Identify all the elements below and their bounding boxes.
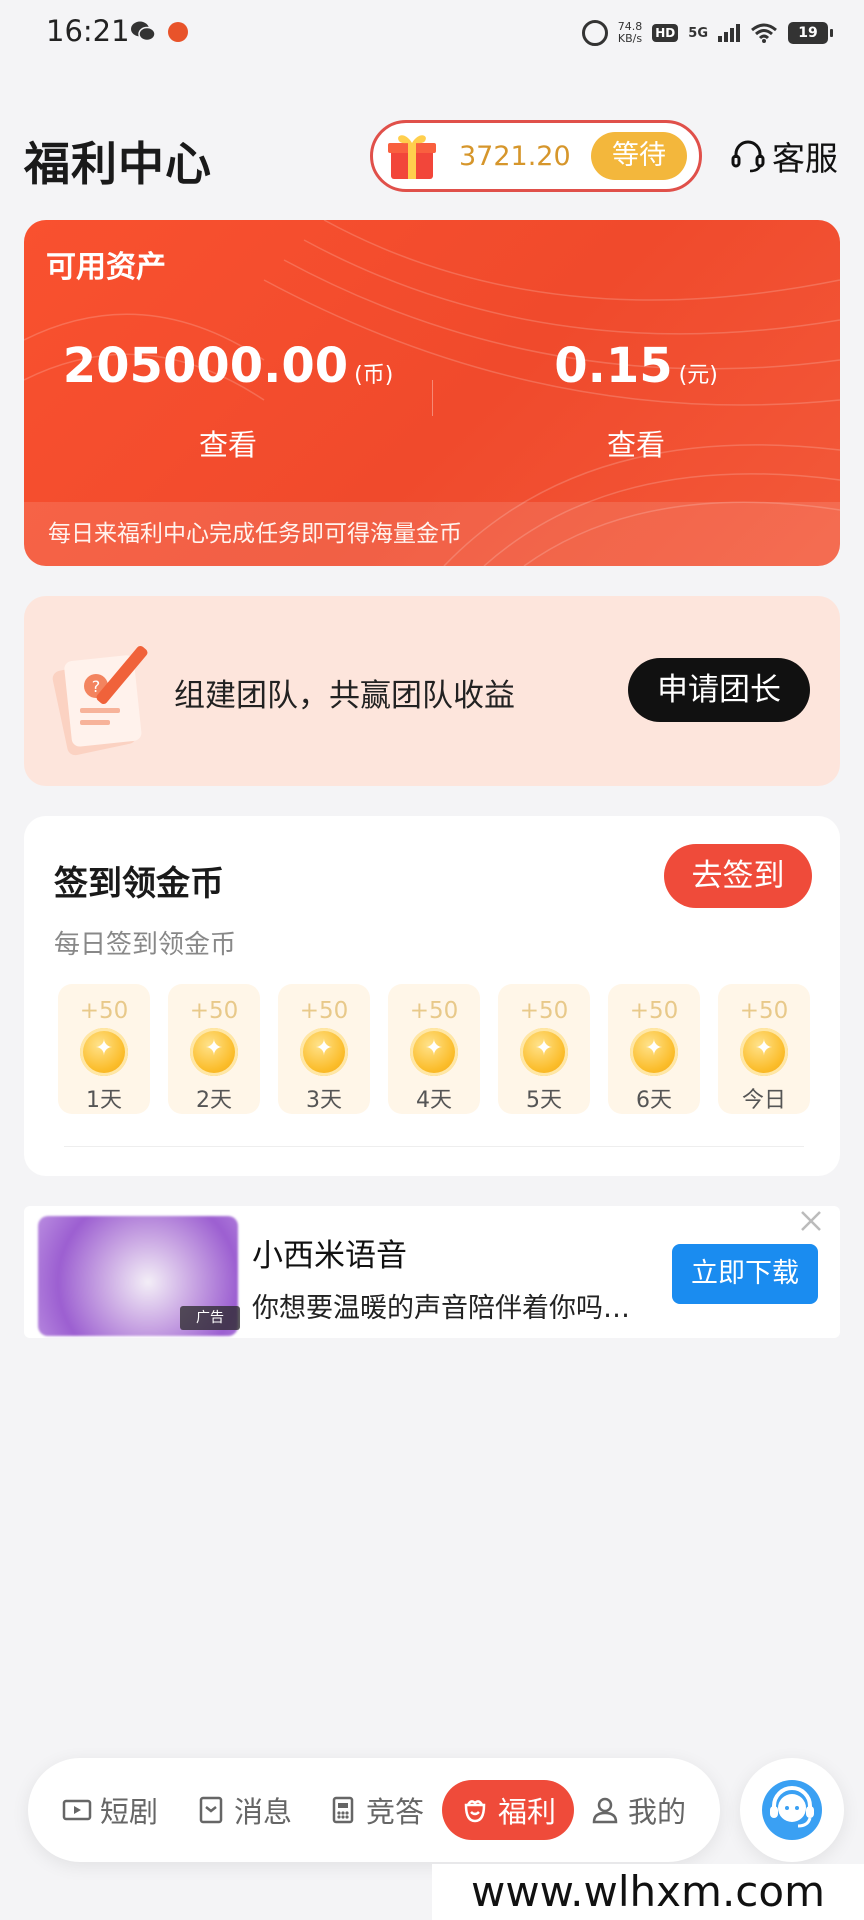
bottom-nav: 短剧 消息 竞答 福利 我的 — [28, 1758, 720, 1862]
nav-item-short-drama[interactable]: 短剧 — [62, 1788, 158, 1832]
checkin-subtitle: 每日签到领金币 — [54, 930, 237, 960]
nav-label: 短剧 — [100, 1795, 159, 1829]
wait-button[interactable]: 等待 — [591, 132, 687, 180]
coin-icon — [630, 1028, 678, 1076]
document-pen-icon: ? — [52, 645, 148, 756]
coin-icon — [80, 1028, 128, 1076]
view-coins-link[interactable]: 查看 — [24, 422, 432, 464]
wifi-icon — [751, 23, 777, 43]
day-label: 5天 — [526, 1088, 562, 1113]
day-label: 6天 — [636, 1088, 672, 1113]
checkin-day-4: +50 4天 — [388, 984, 480, 1114]
alarm-icon — [581, 20, 608, 46]
coin-icon — [300, 1028, 348, 1076]
net-speed: 74.8 KB/s — [618, 21, 643, 45]
nav-label: 竞答 — [366, 1795, 425, 1829]
ad-banner[interactable]: 广告 小西米语音 你想要温暖的声音陪伴着你吗… 立即下载 — [24, 1206, 840, 1338]
support-agent-button[interactable] — [740, 1758, 844, 1862]
checkin-day-today: +50 今日 — [718, 984, 810, 1114]
view-cash-link[interactable]: 查看 — [432, 422, 840, 464]
coin-icon — [190, 1028, 238, 1076]
app-notification-icon — [168, 22, 188, 42]
message-icon — [199, 1796, 223, 1824]
quiz-icon — [332, 1796, 354, 1824]
day-reward: +50 — [299, 998, 349, 1024]
nav-label: 福利 — [498, 1795, 557, 1829]
day-reward: +50 — [629, 998, 679, 1024]
nav-item-messages[interactable]: 消息 — [196, 1788, 292, 1832]
coin-pill-value: 3721.20 — [459, 141, 571, 172]
gift-bag-icon — [464, 1800, 486, 1823]
day-label: 4天 — [416, 1088, 452, 1113]
checkin-day-5: +50 5天 — [498, 984, 590, 1114]
wechat-icon — [131, 21, 156, 42]
nav-label: 我的 — [628, 1795, 687, 1829]
cash-unit: (元) — [678, 363, 718, 388]
assets-card: 可用资产 205000.00 (币) 查看 0.15 (元) 查看 每日来福利中心完… — [24, 220, 840, 566]
checkin-days: +50 1天 +50 2天 +50 3天 +50 4天 +50 5天 +50 6… — [58, 984, 810, 1114]
coin-amount: 205000.00 — [62, 338, 349, 394]
coin-icon — [740, 1028, 788, 1076]
ad-title[interactable]: 小西米语音 — [252, 1230, 407, 1275]
assets-title: 可用资产 — [46, 250, 166, 285]
assets-footer-note: 每日来福利中心完成任务即可得海量金币 — [24, 502, 840, 566]
coin-icon — [520, 1028, 568, 1076]
coin-balance-pill[interactable]: 3721.20 等待 — [370, 120, 702, 192]
day-reward: +50 — [519, 998, 569, 1024]
close-icon[interactable] — [796, 1206, 826, 1236]
checkin-title: 签到领金币 — [54, 864, 224, 904]
checkin-card: 签到领金币 去签到 每日签到领金币 +50 1天 +50 2天 +50 3天 +… — [24, 816, 840, 1176]
coin-unit: (币) — [354, 363, 394, 388]
day-reward: +50 — [739, 998, 789, 1024]
day-label: 今日 — [741, 1088, 786, 1113]
day-reward: +50 — [79, 998, 129, 1024]
apply-team-leader-button[interactable]: 申请团长 — [628, 658, 810, 722]
nav-label: 消息 — [234, 1795, 293, 1829]
divider — [64, 1146, 804, 1147]
headset-icon — [731, 140, 765, 173]
cash-amount: 0.15 — [554, 338, 673, 394]
ad-badge: 广告 — [180, 1306, 240, 1330]
checkin-day-6: +50 6天 — [608, 984, 700, 1114]
day-label: 2天 — [196, 1088, 232, 1113]
battery-icon: 19 — [788, 22, 833, 44]
day-label: 3天 — [306, 1088, 342, 1113]
day-reward: +50 — [189, 998, 239, 1024]
support-agent-icon — [762, 1780, 822, 1840]
gift-icon — [388, 135, 436, 179]
net-speed-unit: KB/s — [617, 32, 643, 45]
nav-item-profile[interactable]: 我的 — [590, 1788, 686, 1832]
checkin-day-1: +50 1天 — [58, 984, 150, 1114]
nav-item-quiz[interactable]: 竞答 — [328, 1788, 424, 1832]
signal-icon — [718, 24, 740, 42]
user-icon — [592, 1797, 618, 1824]
status-time: 16:21 — [46, 14, 130, 48]
hd-badge: HD — [652, 24, 679, 42]
checkin-button[interactable]: 去签到 — [664, 844, 812, 908]
video-icon — [62, 1799, 92, 1821]
nav-item-welfare[interactable]: 福利 — [442, 1780, 575, 1840]
checkin-day-3: +50 3天 — [278, 984, 370, 1114]
page-title: 福利中心 — [24, 137, 212, 191]
status-right-group: 74.8 KB/s HD 5G 19 — [581, 18, 833, 48]
ad-description[interactable]: 你想要温暖的声音陪伴着你吗… — [252, 1286, 652, 1325]
ad-download-button[interactable]: 立即下载 — [672, 1244, 818, 1304]
coin-asset: 205000.00 (币) 查看 — [24, 338, 432, 464]
network-type: 5G — [688, 25, 708, 41]
checkin-day-2: +50 2天 — [168, 984, 260, 1114]
day-reward: +50 — [409, 998, 459, 1024]
coin-icon — [410, 1028, 458, 1076]
customer-service-button[interactable]: 客服 — [730, 132, 838, 180]
status-bar: 16:21 74.8 KB/s HD 5G 19 — [0, 0, 864, 66]
cash-asset: 0.15 (元) 查看 — [432, 338, 840, 464]
day-label: 1天 — [86, 1088, 122, 1113]
team-promo-text: 组建团队，共赢团队收益 — [174, 678, 515, 714]
team-card: ? 组建团队，共赢团队收益 申请团长 — [24, 596, 840, 786]
customer-service-label: 客服 — [772, 139, 838, 178]
watermark-text: www.wlhxm.com — [432, 1864, 864, 1920]
